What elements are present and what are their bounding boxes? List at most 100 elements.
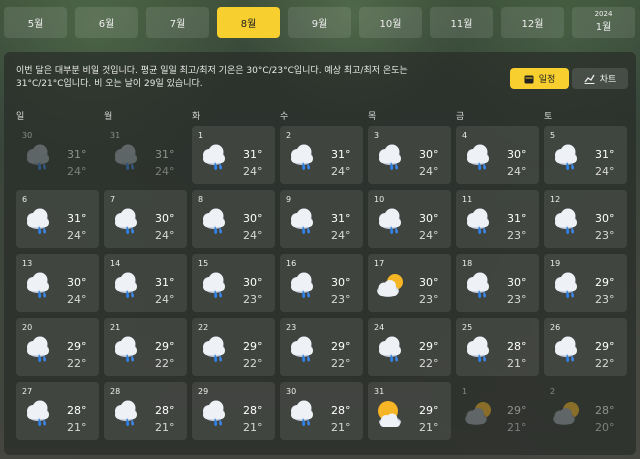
- day-cell[interactable]: 28 28° 21°: [104, 382, 187, 440]
- high-temp: 29°: [419, 340, 439, 353]
- month-tab-label: 7월: [169, 19, 186, 30]
- month-tabs: 5월 6월 7월 8월 9월 10월 11월 12월 2024 1월: [4, 7, 636, 39]
- day-cell[interactable]: 15 30° 23°: [192, 254, 275, 312]
- month-tab[interactable]: 11월: [430, 7, 493, 38]
- high-temp: 31°: [595, 148, 615, 161]
- rain-cloud-icon: [373, 205, 407, 239]
- high-temp: 28°: [67, 404, 87, 417]
- day-cell[interactable]: 10 30° 24°: [368, 190, 451, 248]
- chart-icon: [584, 74, 595, 84]
- high-temp: 28°: [595, 404, 615, 417]
- day-number: 28: [110, 387, 121, 396]
- day-cell[interactable]: 1 31° 24°: [192, 126, 275, 184]
- calendar-view-button[interactable]: 일정: [510, 68, 569, 89]
- day-cell[interactable]: 2 31° 24°: [280, 126, 363, 184]
- high-temp: 30°: [419, 212, 439, 225]
- low-temp: 21°: [243, 421, 263, 434]
- day-cell[interactable]: 11 31° 23°: [456, 190, 539, 248]
- rain-cloud-icon: [461, 205, 495, 239]
- month-tab-label: 1월: [595, 22, 612, 33]
- high-temp: 30°: [419, 276, 439, 289]
- day-number: 30: [286, 387, 297, 396]
- day-cell[interactable]: 12 30° 23°: [544, 190, 627, 248]
- day-cell[interactable]: 30 28° 21°: [280, 382, 363, 440]
- day-cell[interactable]: 8 30° 24°: [192, 190, 275, 248]
- month-tab[interactable]: 10월: [359, 7, 422, 38]
- high-temp: 29°: [67, 340, 87, 353]
- rain-cloud-icon: [21, 141, 55, 175]
- calendar-grid: 30 31° 24° 31 31° 24° 1 31° 24° 2 31° 24° 3 30° 24° 4 30…: [16, 126, 632, 440]
- day-number: 7: [110, 195, 116, 204]
- low-temp: 24°: [243, 229, 263, 242]
- month-tab[interactable]: 6월: [75, 7, 138, 38]
- low-temp: 23°: [419, 293, 439, 306]
- low-temp: 21°: [507, 421, 527, 434]
- low-temp: 22°: [595, 357, 615, 370]
- day-number: 23: [286, 323, 297, 332]
- chart-view-button[interactable]: 차트: [572, 68, 628, 89]
- low-temp: 24°: [507, 165, 527, 178]
- low-temp: 24°: [155, 165, 175, 178]
- day-number: 27: [22, 387, 33, 396]
- day-cell[interactable]: 14 31° 24°: [104, 254, 187, 312]
- month-tab[interactable]: 7월: [146, 7, 209, 38]
- day-cell[interactable]: 20 29° 22°: [16, 318, 99, 376]
- high-temp: 30°: [507, 276, 527, 289]
- month-tab[interactable]: 8월: [217, 7, 280, 38]
- day-cell[interactable]: 29 28° 21°: [192, 382, 275, 440]
- month-tab[interactable]: 9월: [288, 7, 351, 38]
- day-cell[interactable]: 3 30° 24°: [368, 126, 451, 184]
- chart-view-label: 차트: [599, 75, 617, 85]
- low-temp: 24°: [331, 165, 351, 178]
- low-temp: 24°: [595, 165, 615, 178]
- month-tab-label: 9월: [311, 19, 328, 30]
- low-temp: 21°: [331, 421, 351, 434]
- low-temp: 20°: [595, 421, 615, 434]
- rain-cloud-icon: [21, 205, 55, 239]
- day-cell[interactable]: 27 28° 21°: [16, 382, 99, 440]
- month-tab-label: 12월: [521, 19, 544, 30]
- day-number: 10: [374, 195, 385, 204]
- rain-cloud-icon: [197, 397, 231, 431]
- day-cell[interactable]: 7 30° 24°: [104, 190, 187, 248]
- day-cell[interactable]: 26 29° 22°: [544, 318, 627, 376]
- low-temp: 24°: [419, 229, 439, 242]
- day-cell[interactable]: 17 30° 23°: [368, 254, 451, 312]
- low-temp: 21°: [419, 421, 439, 434]
- month-tab[interactable]: 12월: [501, 7, 564, 38]
- day-number: 3: [374, 131, 380, 140]
- day-number: 30: [22, 131, 33, 140]
- rain-cloud-icon: [109, 397, 143, 431]
- day-cell[interactable]: 16 30° 23°: [280, 254, 363, 312]
- high-temp: 31°: [331, 212, 351, 225]
- rain-cloud-icon: [549, 269, 583, 303]
- high-temp: 29°: [331, 340, 351, 353]
- day-number: 26: [550, 323, 561, 332]
- day-cell[interactable]: 21 29° 22°: [104, 318, 187, 376]
- day-cell[interactable]: 13 30° 24°: [16, 254, 99, 312]
- calendar-view-label: 일정: [538, 75, 556, 85]
- day-cell[interactable]: 30 31° 24°: [16, 126, 99, 184]
- month-tab[interactable]: 5월: [4, 7, 67, 38]
- day-cell[interactable]: 4 30° 24°: [456, 126, 539, 184]
- day-cell[interactable]: 31 29° 21°: [368, 382, 451, 440]
- day-cell[interactable]: 1 29° 21°: [456, 382, 539, 440]
- day-cell[interactable]: 6 31° 24°: [16, 190, 99, 248]
- day-cell[interactable]: 31 31° 24°: [104, 126, 187, 184]
- day-cell[interactable]: 9 31° 24°: [280, 190, 363, 248]
- day-cell[interactable]: 25 28° 21°: [456, 318, 539, 376]
- day-cell[interactable]: 24 29° 22°: [368, 318, 451, 376]
- day-cell[interactable]: 18 30° 23°: [456, 254, 539, 312]
- rain-cloud-icon: [21, 269, 55, 303]
- rain-cloud-icon: [109, 141, 143, 175]
- rain-cloud-icon: [549, 141, 583, 175]
- month-tab-year: 2024: [594, 10, 613, 18]
- weekday-label: 화: [192, 112, 201, 122]
- day-cell[interactable]: 19 29° 23°: [544, 254, 627, 312]
- day-cell[interactable]: 22 29° 22°: [192, 318, 275, 376]
- day-cell[interactable]: 5 31° 24°: [544, 126, 627, 184]
- day-cell[interactable]: 23 29° 22°: [280, 318, 363, 376]
- rain-cloud-icon: [285, 333, 319, 367]
- month-tab[interactable]: 2024 1월: [572, 7, 635, 38]
- day-cell[interactable]: 2 28° 20°: [544, 382, 627, 440]
